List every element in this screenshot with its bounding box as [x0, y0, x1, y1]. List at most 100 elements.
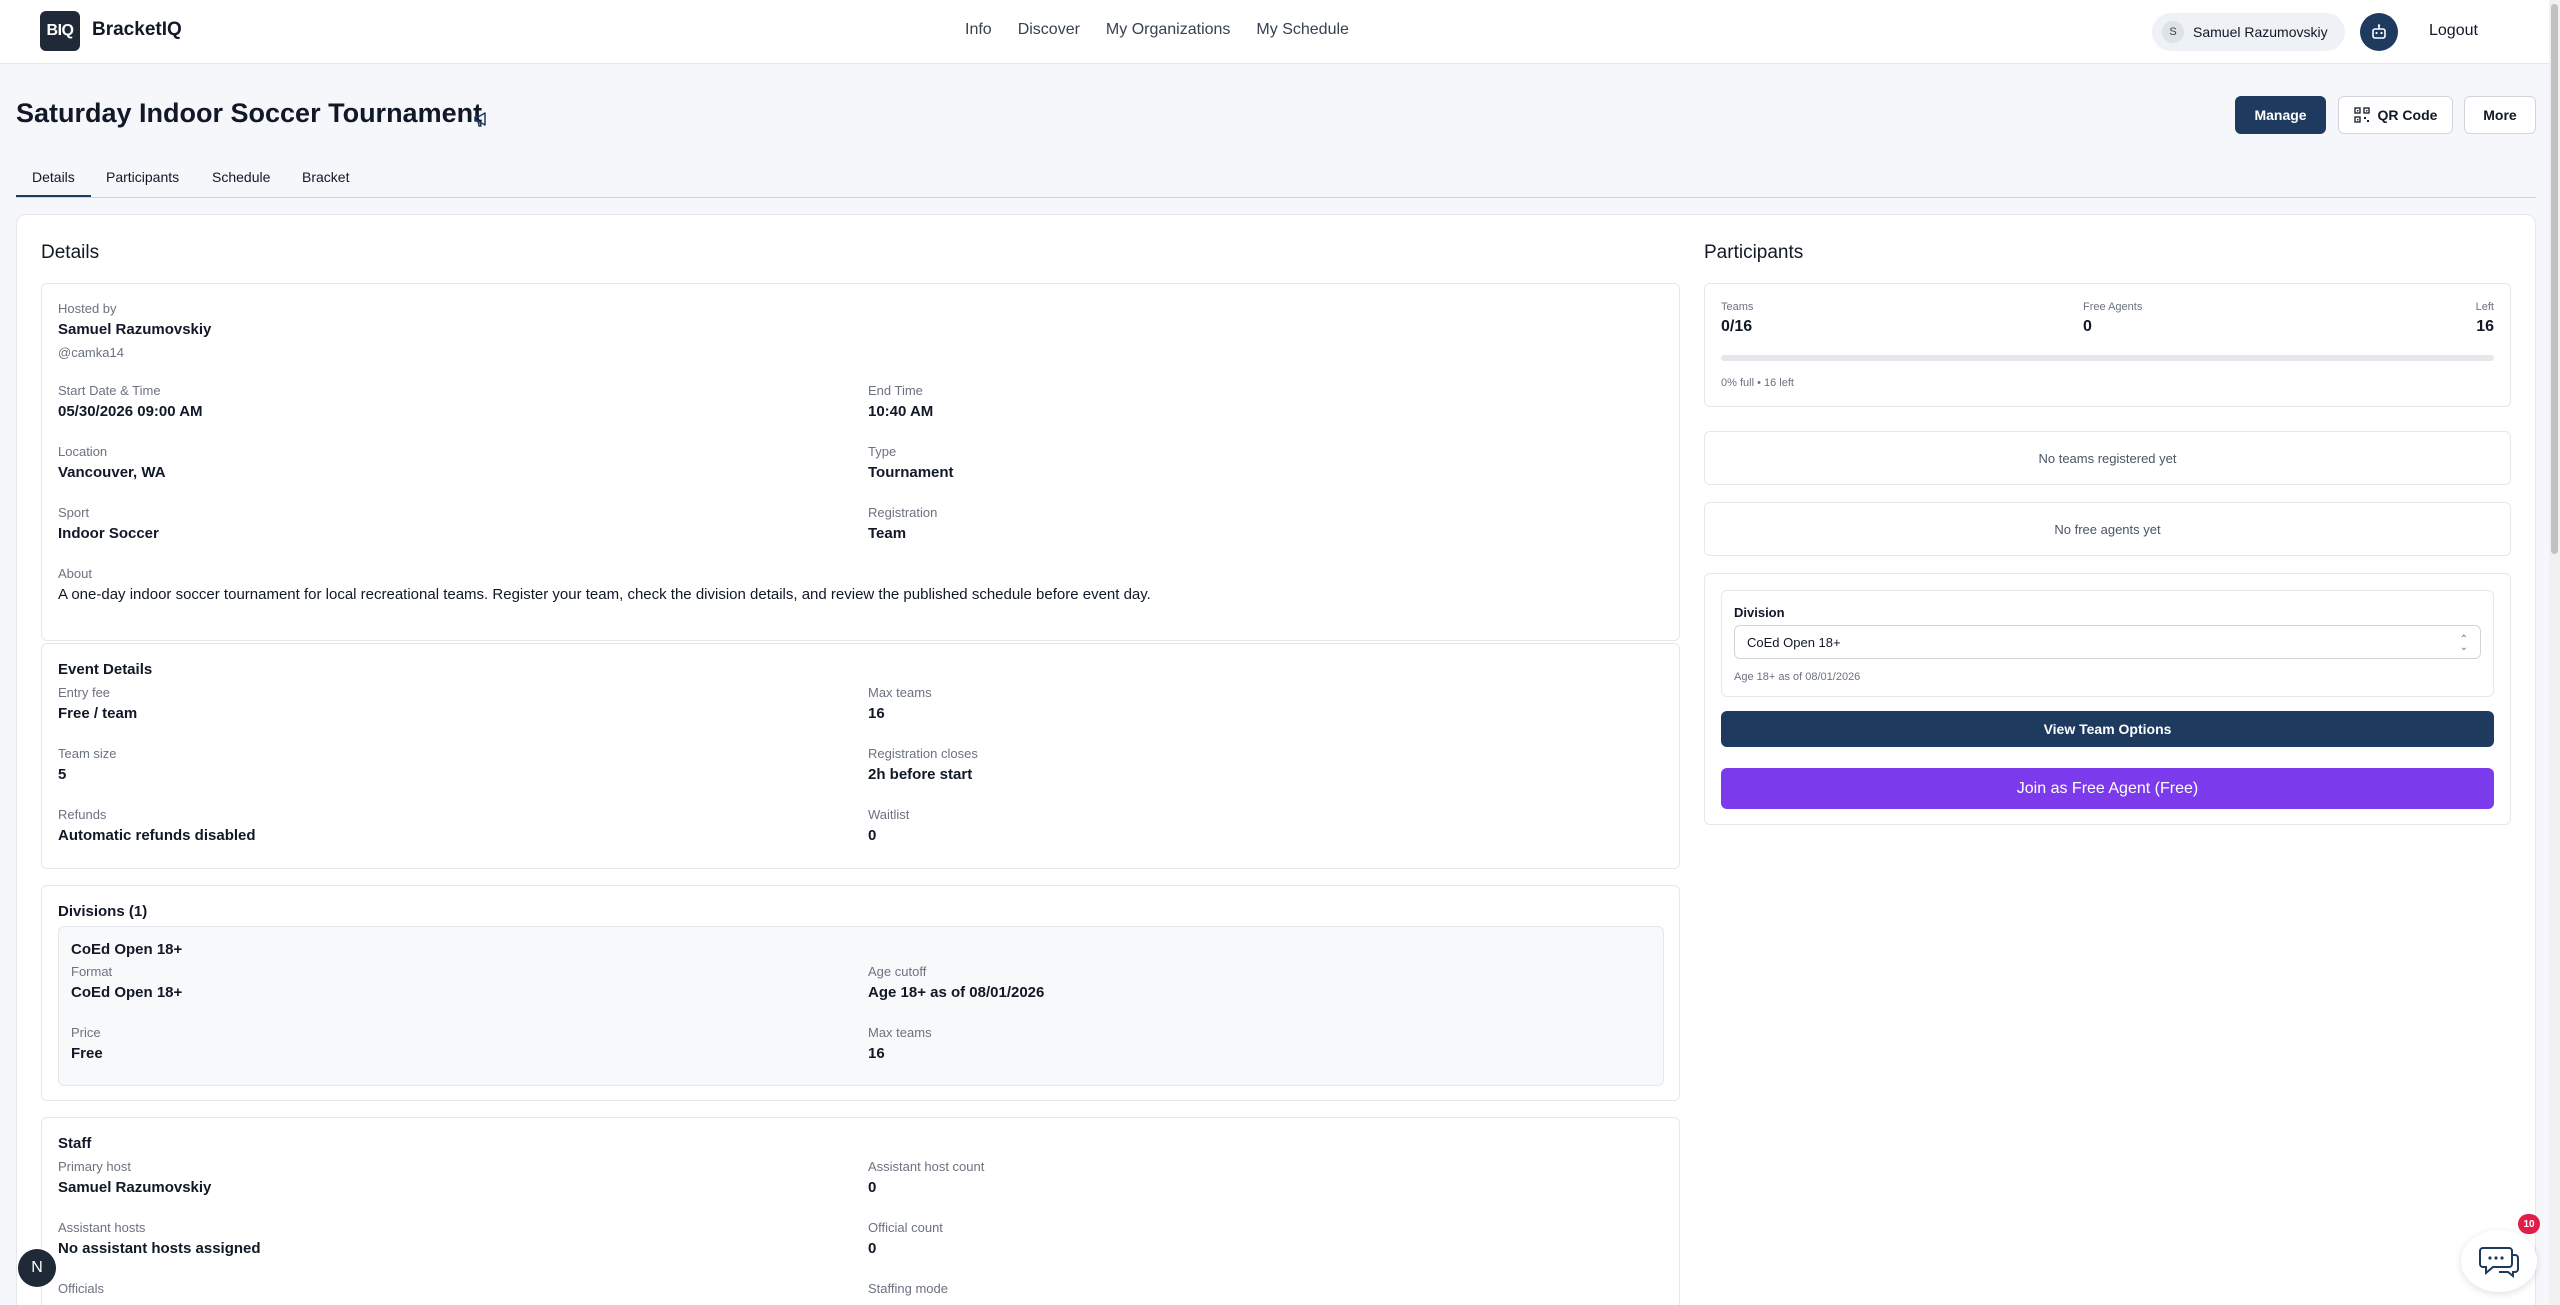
type-label: Type: [868, 444, 897, 459]
participants-stats-box: Teams 0/16 Free Agents 0 Left 16 0% full…: [1704, 283, 2511, 407]
staff-box: Staff Primary host Samuel Razumovskiy As…: [41, 1117, 1680, 1305]
qr-code-icon: [2353, 107, 2370, 123]
dev-tools-badge[interactable]: N: [18, 1249, 56, 1287]
details-heading: Details: [41, 242, 100, 263]
assistant-bot-button[interactable]: [2360, 13, 2398, 51]
divisions-box: Divisions (1) CoEd Open 18+ Format CoEd …: [41, 885, 1680, 1101]
division-card: CoEd Open 18+ Format CoEd Open 18+ Age c…: [58, 926, 1664, 1086]
entry-fee-label: Entry fee: [58, 685, 111, 700]
registration-label: Registration: [868, 505, 938, 520]
assistant-hosts-value: No assistant hosts assigned: [58, 1240, 261, 1257]
nav-link-my-organizations[interactable]: My Organizations: [1106, 21, 1231, 39]
avatar: S: [2162, 21, 2184, 43]
hosted-by-name[interactable]: Samuel Razumovskiy: [58, 321, 211, 338]
max-teams-label: Max teams: [868, 685, 932, 700]
assistant-count-label: Assistant host count: [868, 1159, 985, 1174]
divisions-title: Divisions (1): [58, 903, 148, 920]
primary-host-label: Primary host: [58, 1159, 131, 1174]
age-cutoff-value: Age 18+ as of 08/01/2026: [868, 984, 1045, 1001]
reg-closes-value: 2h before start: [868, 766, 973, 783]
hosted-by-handle: @camka14: [58, 345, 124, 360]
registration-value: Team: [868, 525, 907, 542]
chat-icon: [2479, 1247, 2519, 1278]
user-menu[interactable]: S Samuel Razumovskiy: [2152, 13, 2345, 51]
price-label: Price: [71, 1025, 101, 1040]
no-agents-box: No free agents yet: [1704, 502, 2511, 556]
about-label: About: [58, 566, 92, 581]
participants-heading: Participants: [1704, 242, 1804, 263]
division-label: Division: [1734, 605, 1785, 620]
nav-link-my-schedule[interactable]: My Schedule: [1256, 21, 1349, 39]
tab-schedule[interactable]: Schedule: [212, 169, 270, 185]
tab-bracket[interactable]: Bracket: [302, 169, 349, 185]
price-value: Free: [71, 1045, 103, 1062]
capacity-progress-bar: [1721, 355, 2494, 361]
brand-name[interactable]: BracketIQ: [92, 19, 182, 41]
tab-bar: Details Participants Schedule Bracket: [16, 165, 2536, 198]
officials-label: Officials: [58, 1281, 104, 1296]
teams-label: Teams: [1721, 301, 1754, 313]
page-scrollbar-thumb[interactable]: [2551, 4, 2558, 554]
waitlist-label: Waitlist: [868, 807, 910, 822]
nav-link-info[interactable]: Info: [965, 21, 992, 39]
user-name: Samuel Razumovskiy: [2193, 24, 2328, 40]
end-value: 10:40 AM: [868, 403, 934, 420]
division-hint: Age 18+ as of 08/01/2026: [1734, 671, 1861, 683]
left-value: 16: [2476, 318, 2494, 335]
details-box: Hosted by Samuel Razumovskiy @camka14 St…: [41, 283, 1680, 641]
assistant-count-value: 0: [868, 1179, 877, 1196]
waitlist-value: 0: [868, 827, 877, 844]
division-name: CoEd Open 18+: [71, 941, 183, 958]
division-select[interactable]: CoEd Open 18+ ⌃ ⌄: [1734, 625, 2481, 659]
location-value: Vancouver, WA: [58, 464, 166, 481]
assistant-hosts-label: Assistant hosts: [58, 1220, 146, 1235]
logout-link[interactable]: Logout: [2429, 22, 2478, 40]
official-count-value: 0: [868, 1240, 877, 1257]
end-label: End Time: [868, 383, 923, 398]
manage-button[interactable]: Manage: [2235, 96, 2326, 134]
main-nav: Info Discover My Organizations My Schedu…: [965, 21, 1375, 39]
robot-icon: [2372, 24, 2386, 39]
view-team-options-button[interactable]: View Team Options: [1721, 711, 2494, 747]
staff-title: Staff: [58, 1135, 92, 1152]
sport-label: Sport: [58, 505, 90, 520]
age-cutoff-label: Age cutoff: [868, 964, 927, 979]
join-box: Division CoEd Open 18+ ⌃ ⌄ Age 18+ as of …: [1704, 573, 2511, 825]
start-label: Start Date & Time: [58, 383, 161, 398]
qr-code-button[interactable]: QR Code: [2338, 96, 2453, 134]
division-selected-value: CoEd Open 18+: [1747, 634, 1841, 650]
select-chevrons-icon: ⌃ ⌄: [2459, 634, 2468, 653]
staffing-mode-label: Staffing mode: [868, 1281, 948, 1296]
hosted-by-label: Hosted by: [58, 301, 117, 316]
nav-link-discover[interactable]: Discover: [1018, 21, 1080, 39]
join-free-agent-button[interactable]: Join as Free Agent (Free): [1721, 768, 2494, 809]
refunds-label: Refunds: [58, 807, 107, 822]
location-label: Location: [58, 444, 108, 459]
megaphone-icon[interactable]: [472, 110, 492, 128]
event-details-title: Event Details: [58, 661, 153, 678]
tab-participants[interactable]: Participants: [106, 169, 179, 185]
primary-host-value: Samuel Razumovskiy: [58, 1179, 212, 1196]
more-button[interactable]: More: [2464, 96, 2536, 134]
chat-unread-badge: 10: [2518, 1214, 2540, 1234]
chat-button[interactable]: [2461, 1230, 2537, 1292]
tab-details[interactable]: Details: [16, 169, 91, 197]
qr-code-label: QR Code: [2377, 107, 2438, 123]
no-teams-box: No teams registered yet: [1704, 431, 2511, 485]
page-title: Saturday Indoor Soccer Tournament: [16, 98, 483, 128]
about-text: A one-day indoor soccer tournament for l…: [58, 586, 1151, 603]
brand-logo[interactable]: BIQ: [40, 11, 80, 51]
max-teams-value: 16: [868, 705, 885, 722]
event-details-box: Event Details Entry fee Free / team Max …: [41, 643, 1680, 869]
left-label: Left: [2475, 301, 2494, 313]
type-value: Tournament: [868, 464, 954, 481]
teams-value: 0/16: [1721, 318, 1753, 335]
division-select-box: Division CoEd Open 18+ ⌃ ⌄ Age 18+ as of …: [1721, 590, 2494, 697]
sport-value: Indoor Soccer: [58, 525, 159, 542]
top-nav: BIQ BracketIQ Info Discover My Organizat…: [0, 0, 2560, 64]
refunds-value: Automatic refunds disabled: [58, 827, 256, 844]
division-max-teams-label: Max teams: [868, 1025, 932, 1040]
reg-closes-label: Registration closes: [868, 746, 978, 761]
official-count-label: Official count: [868, 1220, 943, 1235]
division-max-teams-value: 16: [868, 1045, 885, 1062]
